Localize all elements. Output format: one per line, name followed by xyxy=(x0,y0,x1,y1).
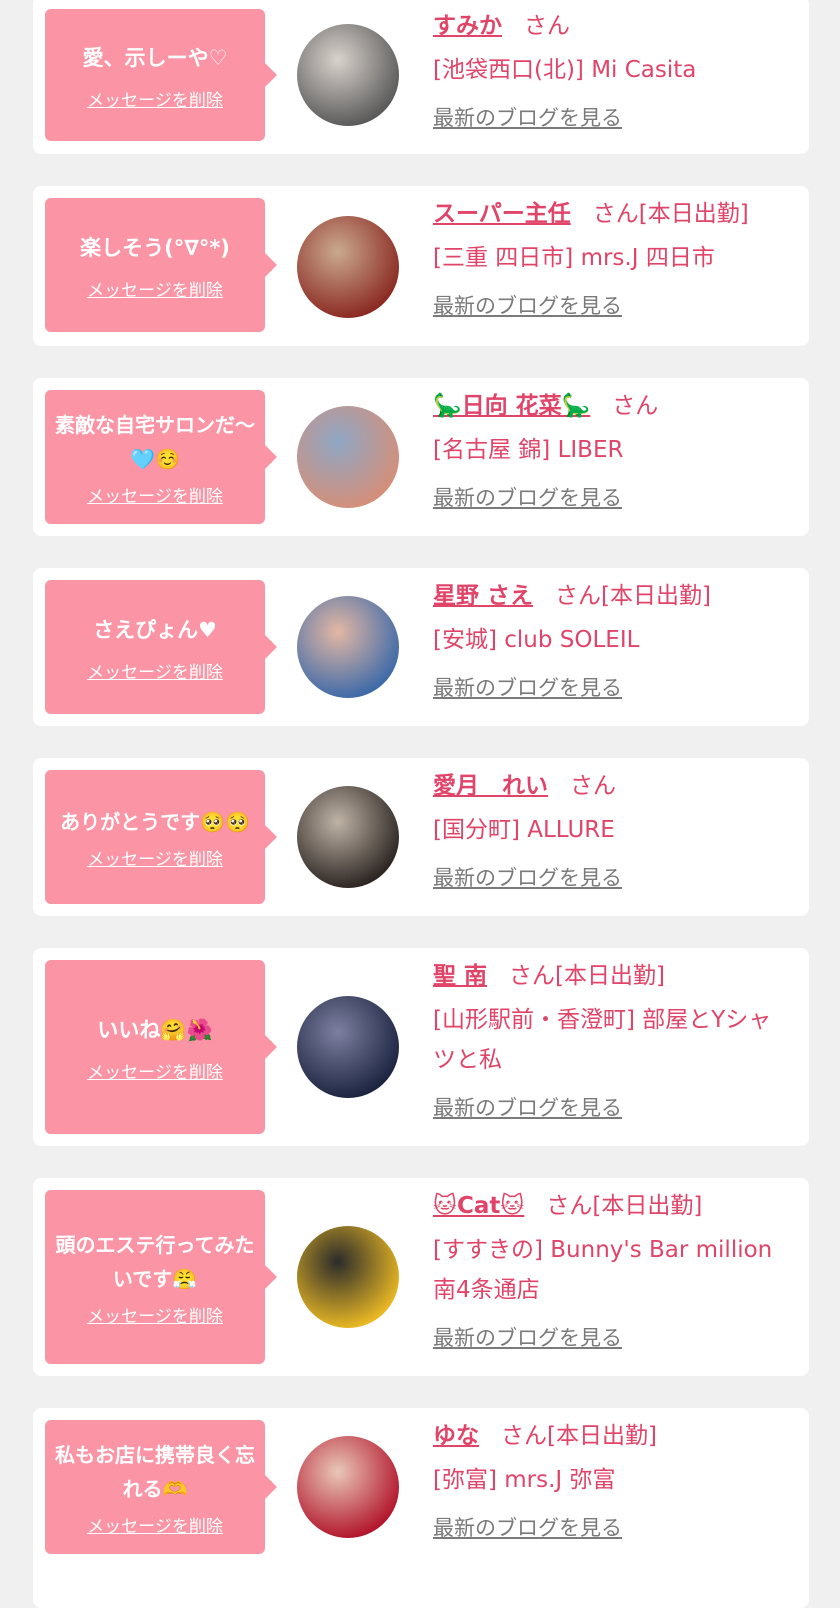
delete-message-link[interactable]: メッセージを削除 xyxy=(87,276,223,301)
shop-name: [すすきの] Bunny's Bar million 南4条通店 xyxy=(433,1237,773,1303)
user-name-link[interactable]: すみか xyxy=(433,13,502,39)
avatar[interactable] xyxy=(297,596,399,698)
list-item: 愛、示しーや♡ メッセージを削除 すみか さん [池袋西口(北)] Mi Casi… xyxy=(33,0,809,154)
user-status: さん[本日出勤] xyxy=(509,963,665,989)
user-name-link[interactable]: 星野 さえ xyxy=(433,583,533,609)
user-status: さん[本日出勤] xyxy=(501,1423,657,1449)
message-bubble: 愛、示しーや♡ メッセージを削除 xyxy=(45,9,277,141)
user-status: さん xyxy=(570,773,616,799)
list-item: 素敵な自宅サロンだ〜🩵☺️ メッセージを削除 🦕日向 花菜🦕 さん [名古屋 錦]… xyxy=(33,378,809,536)
shop-name: [国分町] ALLURE xyxy=(433,817,615,843)
latest-blog-link[interactable]: 最新のブログを見る xyxy=(433,672,622,704)
message-bubble: 楽しそう(°∇°*) メッセージを削除 xyxy=(45,198,277,332)
latest-blog-link[interactable]: 最新のブログを見る xyxy=(433,1092,622,1124)
message-bubble: さえぴょん♥ メッセージを削除 xyxy=(45,580,277,714)
latest-blog-link[interactable]: 最新のブログを見る xyxy=(433,102,622,134)
message-bubble: いいね🤗🌺 メッセージを削除 xyxy=(45,960,277,1134)
user-status: さん[本日出勤] xyxy=(555,583,711,609)
shop-name: [三重 四日市] mrs.J 四日市 xyxy=(433,245,715,271)
list-item: いいね🤗🌺 メッセージを削除 聖 南さん[本日出勤] [山形駅前・香澄町] 部屋… xyxy=(33,948,809,1146)
list-item: 頭のエステ行ってみたいです😤 メッセージを削除 🐱Cat🐱 さん[本日出勤] [す… xyxy=(33,1178,809,1376)
message-list: 愛、示しーや♡ メッセージを削除 すみか さん [池袋西口(北)] Mi Casi… xyxy=(0,0,840,1608)
message-text: ありがとうです🥺🥺 xyxy=(60,809,250,834)
message-text: さえぴょん♥ xyxy=(93,617,217,642)
user-name-link[interactable]: 愛月 れい xyxy=(433,773,548,799)
avatar[interactable] xyxy=(297,1436,399,1538)
shop-name: [名古屋 錦] LIBER xyxy=(433,437,624,463)
list-item: ありがとうです🥺🥺 メッセージを削除 愛月 れい さん [国分町] ALLURE … xyxy=(33,758,809,916)
user-status: さん[本日出勤] xyxy=(546,1193,703,1219)
shop-name: [山形駅前・香澄町] 部屋とYシャツと私 xyxy=(433,1007,772,1073)
delete-message-link[interactable]: メッセージを削除 xyxy=(87,1058,223,1083)
latest-blog-link[interactable]: 最新のブログを見る xyxy=(433,290,622,322)
latest-blog-link[interactable]: 最新のブログを見る xyxy=(433,482,622,514)
delete-message-link[interactable]: メッセージを削除 xyxy=(87,1302,223,1327)
delete-message-link[interactable]: メッセージを削除 xyxy=(87,845,223,870)
message-text: 頭のエステ行ってみたいです😤 xyxy=(55,1232,255,1291)
message-text: 私もお店に携帯良く忘れる🫶 xyxy=(55,1442,255,1501)
avatar[interactable] xyxy=(297,406,399,508)
user-name-link[interactable]: 🐱Cat🐱 xyxy=(433,1193,524,1219)
message-text: 楽しそう(°∇°*) xyxy=(80,235,230,260)
delete-message-link[interactable]: メッセージを削除 xyxy=(87,482,223,507)
user-name-link[interactable]: 🦕日向 花菜🦕 xyxy=(433,393,590,419)
shop-name: [池袋西口(北)] Mi Casita xyxy=(433,57,697,83)
delete-message-link[interactable]: メッセージを削除 xyxy=(87,1512,223,1537)
message-text: 愛、示しーや♡ xyxy=(82,45,228,70)
message-bubble: 頭のエステ行ってみたいです😤 メッセージを削除 xyxy=(45,1190,277,1364)
delete-message-link[interactable]: メッセージを削除 xyxy=(87,658,223,683)
message-text: 素敵な自宅サロンだ〜🩵☺️ xyxy=(55,412,255,471)
list-item: 私もお店に携帯良く忘れる🫶 メッセージを削除 ゆな さん[本日出勤] [弥富] m… xyxy=(33,1408,809,1608)
user-name-link[interactable]: スーパー主任 xyxy=(433,201,571,227)
list-item: 楽しそう(°∇°*) メッセージを削除 スーパー主任 さん[本日出勤] [三重 四… xyxy=(33,186,809,346)
latest-blog-link[interactable]: 最新のブログを見る xyxy=(433,1512,622,1544)
message-bubble: 素敵な自宅サロンだ〜🩵☺️ メッセージを削除 xyxy=(45,390,277,524)
avatar[interactable] xyxy=(297,786,399,888)
user-status: さん[本日出勤] xyxy=(592,201,749,227)
latest-blog-link[interactable]: 最新のブログを見る xyxy=(433,862,622,894)
latest-blog-link[interactable]: 最新のブログを見る xyxy=(433,1322,622,1354)
user-name-link[interactable]: 聖 南 xyxy=(433,963,487,989)
avatar[interactable] xyxy=(297,216,399,318)
user-status: さん xyxy=(524,13,570,39)
delete-message-link[interactable]: メッセージを削除 xyxy=(87,86,223,111)
avatar[interactable] xyxy=(297,1226,399,1328)
message-bubble: 私もお店に携帯良く忘れる🫶 メッセージを削除 xyxy=(45,1420,277,1554)
user-name-link[interactable]: ゆな xyxy=(433,1423,479,1449)
list-item: さえぴょん♥ メッセージを削除 星野 さえ さん[本日出勤] [安城] club … xyxy=(33,568,809,726)
user-status: さん xyxy=(612,393,659,419)
avatar[interactable] xyxy=(297,24,399,126)
message-text: いいね🤗🌺 xyxy=(97,1017,213,1042)
shop-name: [弥富] mrs.J 弥富 xyxy=(433,1467,616,1493)
shop-name: [安城] club SOLEIL xyxy=(433,627,640,653)
message-bubble: ありがとうです🥺🥺 メッセージを削除 xyxy=(45,770,277,904)
avatar[interactable] xyxy=(297,996,399,1098)
